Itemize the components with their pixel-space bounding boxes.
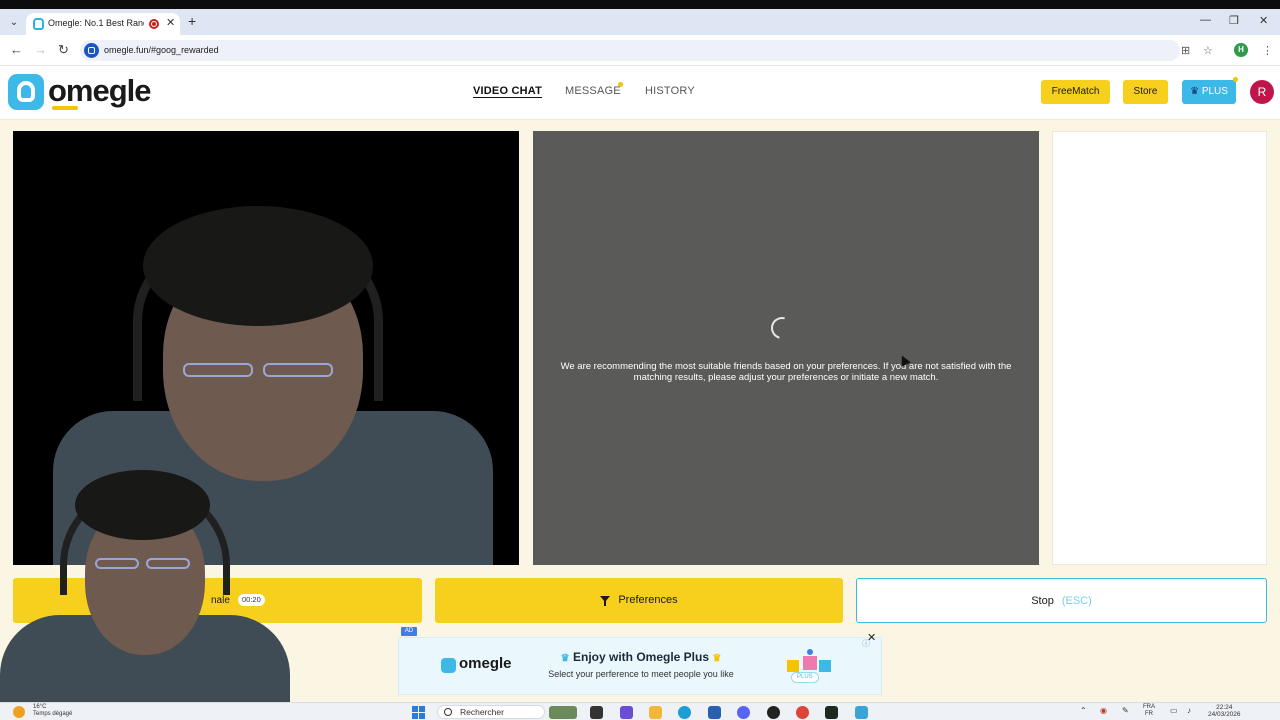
taskbar-search-placeholder: Rechercher [460,707,504,717]
ad-crown-right-icon: ♛ [712,653,722,664]
reload-icon[interactable]: ↻ [58,42,69,58]
stop-label: Stop [1031,595,1054,607]
freematch-button[interactable]: FreeMatch [1041,80,1110,104]
user-avatar[interactable]: R [1250,80,1274,104]
taskbar-clock[interactable]: 22:24 24/03/2026 [1208,704,1241,718]
glasses-left [183,363,253,377]
widget-image-icon[interactable] [549,706,577,719]
edge-icon[interactable] [678,706,691,719]
language-secondary: FR [1145,711,1153,717]
window-close-icon[interactable]: ✕ [1259,14,1268,27]
tray-overflow-icon[interactable]: ⌃ [1080,706,1087,715]
filter-icon [600,596,611,606]
ad-crown-left-icon: ♛ [560,653,570,664]
ad-title-text: Enjoy with Omegle Plus [572,650,710,664]
network-icon[interactable]: ▭ [1170,706,1178,715]
logo-underline [52,106,78,110]
url-text: omegle.fun/#goog_rewarded [104,45,219,55]
chrome-icon[interactable] [796,706,809,719]
app-window-icon[interactable] [855,706,868,719]
minimize-icon[interactable]: — [1200,14,1211,26]
chat-app-icon[interactable] [620,706,633,719]
preferences-button[interactable]: Preferences [435,578,843,623]
plus-button[interactable]: ♛ PLUS [1182,80,1236,104]
browser-profile-avatar[interactable]: H [1234,43,1248,57]
ad-banner[interactable]: omegle ♛ Enjoy with Omegle Plus ♛ Select… [398,637,882,695]
address-bar-row: ← → ↻ omegle.fun/#goog_rewarded ⊞ ☆ H ⋮ [0,35,1280,66]
weather-temp: 16°C [33,704,47,710]
ad-info-icon[interactable]: ⓘ [862,638,870,649]
overlay-glasses-left [95,558,139,569]
new-tab-icon[interactable]: + [188,13,196,29]
translate-icon[interactable]: ⊞ [1181,44,1190,57]
tray-app-icon[interactable]: ◉ [1100,706,1107,715]
crown-icon: ♛ [1190,86,1200,97]
url-input[interactable]: omegle.fun/#goog_rewarded [80,40,1180,61]
back-icon[interactable]: ← [10,42,23,57]
ad-plus-tag: PLUS [791,672,819,683]
overlay-hair [75,470,210,540]
stop-button[interactable]: Stop (ESC) [856,578,1267,623]
terminal-app-icon[interactable] [825,706,838,719]
forward-icon[interactable]: → [34,42,47,57]
hair [143,206,373,326]
plus-label: PLUS [1201,86,1228,97]
tray-pen-icon[interactable]: ✎ [1122,706,1129,715]
tab-title: Omegle: No.1 Best Random [48,18,144,28]
store-app-icon[interactable] [708,706,721,719]
task-view-icon[interactable] [590,706,603,719]
taskbar-search-icon [444,708,452,716]
browser-menu-icon[interactable]: ⋮ [1262,44,1273,57]
message-notification-dot [618,82,623,87]
plus-notification-dot [1233,77,1238,82]
loading-spinner-icon [766,312,798,344]
remote-video: We are recommending the most suitable fr… [533,131,1039,565]
language-indicator[interactable]: FRA FR [1143,704,1155,718]
windows-start-icon[interactable] [412,706,425,719]
stop-shortcut: (ESC) [1061,595,1092,607]
ad-badge: AD [401,627,417,636]
taskbar-search-input[interactable]: Rechercher [437,705,545,719]
clock-date: 24/03/2026 [1208,711,1241,718]
browser-tab-bar: ⌄ Omegle: No.1 Best Random ✕ + — ❐ ✕ [0,9,1280,35]
volume-icon[interactable]: ♪ [1187,706,1191,715]
file-explorer-icon[interactable] [649,706,662,719]
omegle-favicon-icon [33,18,44,30]
omegle-logo-icon[interactable] [8,74,44,110]
matching-status-message: We are recommending the most suitable fr… [560,361,1012,383]
os-taskbar: 16°C Temps dégagé Rechercher ⌃ ◉ ✎ FRA F… [0,702,1280,720]
logo-text[interactable]: omegle [48,73,152,109]
weather-widget[interactable]: 16°C Temps dégagé [33,704,72,718]
webcam-overlay [0,450,290,705]
bookmark-star-icon[interactable]: ☆ [1203,44,1213,57]
browser-tab-active[interactable]: Omegle: No.1 Best Random ✕ [26,13,180,35]
nav-message[interactable]: MESSAGE [565,85,621,97]
language-primary: FRA [1143,704,1155,710]
chat-side-panel[interactable] [1052,131,1267,565]
recording-icon [149,19,159,29]
site-info-icon[interactable] [84,43,99,58]
weather-desc: Temps dégagé [33,711,73,717]
clock-time: 22:24 [1216,704,1233,711]
nav-video-chat[interactable]: VIDEO CHAT [473,85,542,97]
obs-icon[interactable] [767,706,780,719]
overlay-glasses-right [146,558,190,569]
tab-search-icon[interactable]: ⌄ [6,15,22,31]
site-header: omegle VIDEO CHAT MESSAGE HISTORY FreeMa… [0,66,1280,120]
weather-icon[interactable] [13,706,25,718]
screen-top-strip [0,0,1280,9]
tab-close-icon[interactable]: ✕ [166,16,175,29]
preferences-label: Preferences [618,594,678,606]
nav-history[interactable]: HISTORY [645,85,695,97]
restore-icon[interactable]: ❐ [1229,14,1239,27]
discord-icon[interactable] [737,706,750,719]
glasses-right [263,363,333,377]
store-button[interactable]: Store [1123,80,1168,104]
